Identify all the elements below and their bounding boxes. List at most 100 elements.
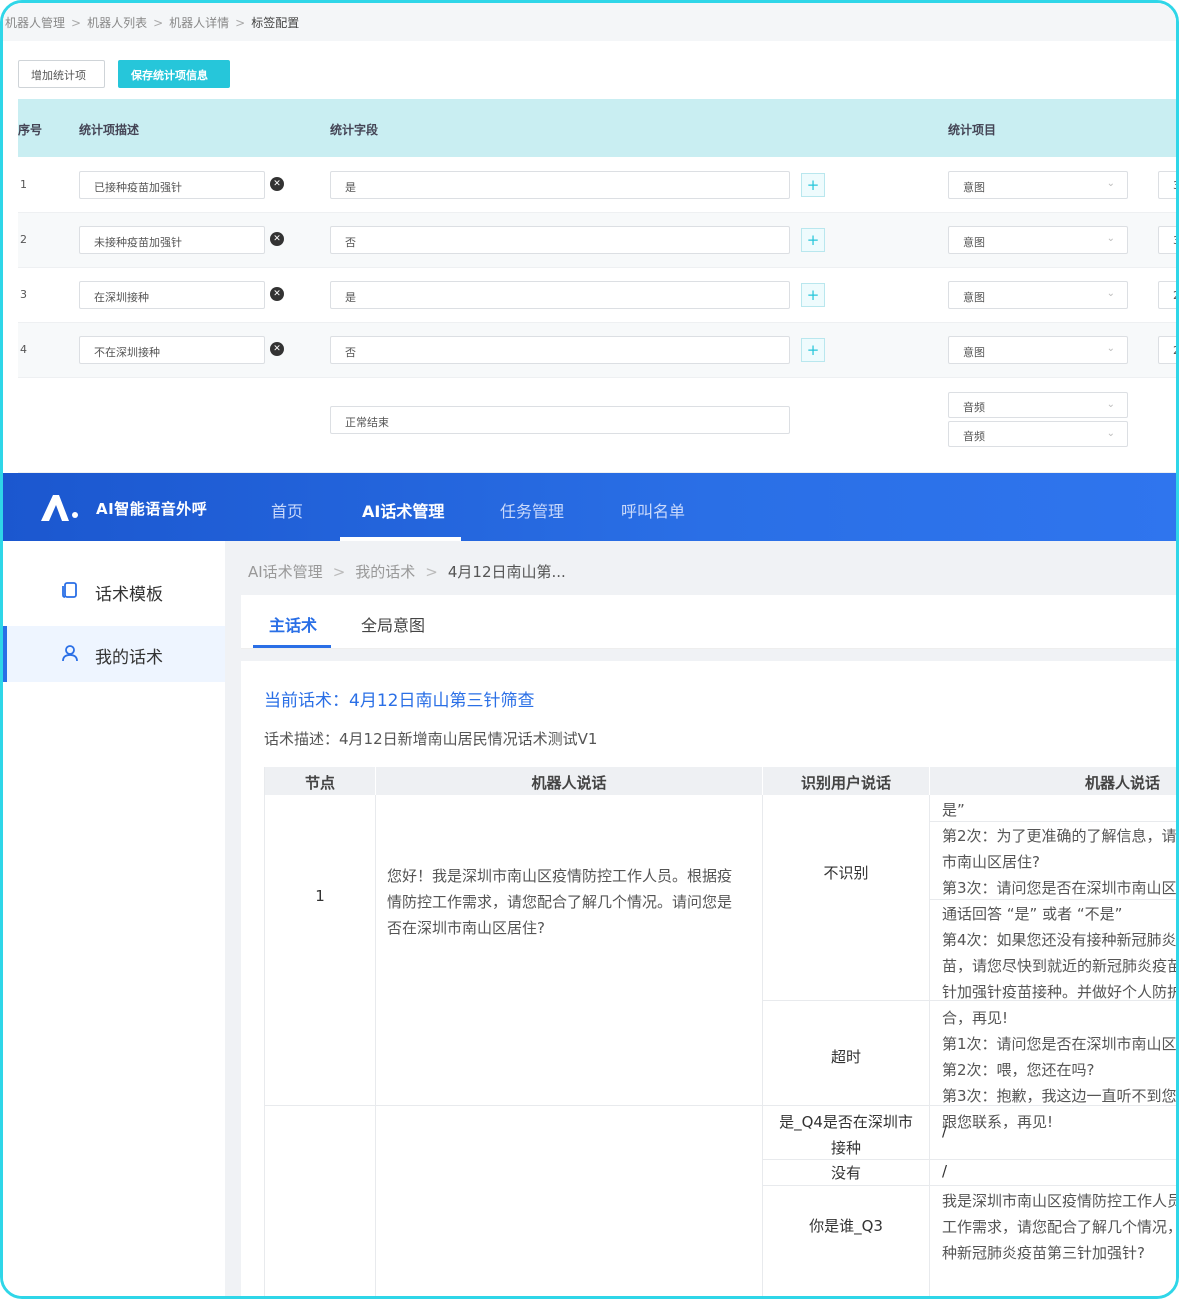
desc-input[interactable]: 在深圳接种 xyxy=(79,281,265,309)
crumb-robot-mgmt[interactable]: 机器人管理 xyxy=(5,16,65,30)
template-icon xyxy=(62,582,77,598)
chevron-down-icon: ⌄ xyxy=(1106,343,1115,354)
sidebar-item-label: 话术模板 xyxy=(95,585,163,605)
item-select[interactable]: 音频 ⌄ xyxy=(948,392,1128,418)
user-unrecognized: 不识别 xyxy=(823,864,869,882)
col-field: 统计字段 xyxy=(330,123,379,137)
current-script-title: 当前话术：4月12日南山第三针筛查 xyxy=(264,691,535,711)
script-flow-table: 节点 机器人说话 识别用户说话 机器人说话 1 您好！我是深圳市南山区疫情防控工… xyxy=(264,767,1179,1296)
crumb-robot-list[interactable]: 机器人列表 xyxy=(87,16,147,30)
stat-row: 3 在深圳接种 ✕ 是 + 意图⌄ 2 xyxy=(18,268,1176,323)
th-user-speech: 识别用户说话 xyxy=(763,767,929,795)
screenshot-frame: 机器人管理 > 机器人列表 > 机器人详情 > 标签配置 增加统计项 保存统计项信息 序号 … xyxy=(0,0,1179,1299)
active-nav-indicator xyxy=(340,537,461,541)
reply-no: / xyxy=(942,1162,948,1180)
label-config-panel: 机器人管理 > 机器人列表 > 机器人详情 > 标签配置 增加统计项 保存统计项信息 序号 … xyxy=(3,3,1176,473)
stat-row: 2 未接种疫苗加强针 ✕ 否 + 意图⌄ 3 xyxy=(18,213,1176,268)
robot-speech-node1: 您好！我是深圳市南山区疫情防控工作人员。根据疫 情防控工作需求，请您配合了解几个… xyxy=(387,867,733,937)
field-input[interactable]: 是 xyxy=(330,281,790,309)
logo-icon xyxy=(41,495,78,521)
item-select[interactable]: 意图 ⌄ xyxy=(948,281,1128,309)
chevron-down-icon: ⌄ xyxy=(1106,399,1115,410)
reply-unrecognized: 是” 第2次：为了更准确的了解信息，请 市南山区居住? 第3次：请问您是否在深圳… xyxy=(942,801,1179,1027)
row-index: 1 xyxy=(20,178,27,191)
field-input[interactable]: 正常结束 xyxy=(330,406,790,434)
crumb-current-script: 4月12日南山第... xyxy=(447,563,566,581)
label-config-breadcrumb: 机器人管理 > 机器人列表 > 机器人详情 > 标签配置 xyxy=(3,3,1176,41)
nav-home[interactable]: 首页 xyxy=(271,498,303,522)
tab-main-script[interactable]: 主话术 xyxy=(269,612,317,636)
user-who: 你是谁_Q3 xyxy=(809,1217,883,1235)
crumb-my-scripts[interactable]: 我的话术 xyxy=(355,563,415,581)
desc-input[interactable]: 未接种疫苗加强针 xyxy=(79,226,265,254)
script-description: 话术描述：4月12日新增南山居民情况话术测试V1 xyxy=(264,730,598,748)
crumb-ai-script-mgmt[interactable]: AI话术管理 xyxy=(248,563,323,581)
script-content: 主话术 全局意图 当前话术：4月12日南山第三针筛查 话术描述：4月12日新增南… xyxy=(241,595,1179,1296)
col-item: 统计项目 xyxy=(948,123,997,137)
chevron-down-icon: ⌄ xyxy=(1106,178,1115,189)
add-field-icon[interactable]: + xyxy=(801,173,825,197)
item-select[interactable]: 意图 ⌄ xyxy=(948,171,1128,199)
app-brand: AI智能语音外呼 xyxy=(96,500,208,518)
field-input[interactable]: 否 xyxy=(330,226,790,254)
node-number: 1 xyxy=(315,887,325,905)
row-index: 4 xyxy=(20,343,27,356)
th-robot-reply: 机器人说话 xyxy=(930,767,1176,795)
chevron-down-icon: ⌄ xyxy=(1106,428,1115,439)
active-indicator xyxy=(3,626,7,682)
chevron-down-icon: ⌄ xyxy=(1106,233,1115,244)
th-robot-speech: 机器人说话 xyxy=(376,767,762,795)
extra-input[interactable]: 3 xyxy=(1158,226,1176,254)
field-input[interactable]: 是 xyxy=(330,171,790,199)
add-stat-item-button[interactable]: 增加统计项 xyxy=(18,60,105,88)
chevron-down-icon: ⌄ xyxy=(1106,288,1115,299)
script-tabs: 主话术 全局意图 xyxy=(241,595,1176,649)
nav-ai-script-mgmt[interactable]: AI话术管理 xyxy=(362,498,444,522)
desc-input[interactable]: 已接种疫苗加强针 xyxy=(79,171,265,199)
add-field-icon[interactable]: + xyxy=(801,228,825,252)
field-input[interactable]: 否 xyxy=(330,336,790,364)
top-navbar: AI智能语音外呼 首页 AI话术管理 任务管理 呼叫名单 xyxy=(3,473,1176,541)
row-index: 3 xyxy=(20,288,27,301)
col-index: 序号 xyxy=(18,123,43,137)
remove-icon[interactable]: ✕ xyxy=(270,342,284,356)
active-tab-indicator xyxy=(253,645,331,648)
sidebar-item-label: 我的话术 xyxy=(95,648,163,668)
item-select[interactable]: 意图 ⌄ xyxy=(948,226,1128,254)
extra-input[interactable]: 2 xyxy=(1158,336,1176,364)
sidebar-item-templates[interactable]: 话术模板 xyxy=(3,563,225,619)
stat-table-header: 序号 统计项描述 统计字段 统计项目 xyxy=(18,99,1176,157)
nav-task-mgmt[interactable]: 任务管理 xyxy=(500,498,564,522)
crumb-robot-detail[interactable]: 机器人详情 xyxy=(169,16,229,30)
extra-input[interactable]: 2 xyxy=(1158,281,1176,309)
add-field-icon[interactable]: + xyxy=(801,283,825,307)
reply-who: 我是深圳市南山区疫情防控工作人员 工作需求，请您配合了解几个情况， 种新冠肺炎疫… xyxy=(942,1192,1179,1262)
stat-row: 4 不在深圳接种 ✕ 否 + 意图⌄ 2 xyxy=(18,323,1176,378)
desc-input[interactable]: 不在深圳接种 xyxy=(79,336,265,364)
tab-global-intent[interactable]: 全局意图 xyxy=(361,612,425,636)
remove-icon[interactable]: ✕ xyxy=(270,287,284,301)
add-field-icon[interactable]: + xyxy=(801,338,825,362)
stat-row: 正常结束 音频 ⌄ 音频 ⌄ xyxy=(18,378,1176,473)
reply-timeout: 第1次：请问您是否在深圳市南山区 第2次：喂，您还在吗? 第3次：抱歉，我这边一… xyxy=(942,1035,1177,1131)
save-stat-items-button[interactable]: 保存统计项信息 xyxy=(118,60,230,88)
remove-icon[interactable]: ✕ xyxy=(270,232,284,246)
nav-call-list[interactable]: 呼叫名单 xyxy=(621,498,685,522)
th-node: 节点 xyxy=(265,767,375,795)
user-icon xyxy=(62,645,78,662)
extra-input[interactable]: 3 xyxy=(1158,171,1176,199)
user-timeout: 超时 xyxy=(830,1048,861,1066)
breadcrumb: AI话术管理 > 我的话术 >4月12日南山第... xyxy=(248,563,566,581)
stat-row: 1 已接种疫苗加强针 ✕ 是 + 意图⌄ 3 xyxy=(18,158,1176,213)
user-yes: 是_Q4是否在深圳市 接种 xyxy=(779,1113,913,1157)
item-select[interactable]: 音频 ⌄ xyxy=(948,421,1128,447)
row-index: 2 xyxy=(20,233,27,246)
item-select[interactable]: 意图 ⌄ xyxy=(948,336,1128,364)
col-desc: 统计项描述 xyxy=(79,123,140,137)
script-management-app: AI智能语音外呼 首页 AI话术管理 任务管理 呼叫名单 话术模板 我的话术 A… xyxy=(3,473,1179,1296)
sidebar: 话术模板 我的话术 xyxy=(3,541,225,1296)
sidebar-item-my-scripts[interactable]: 我的话术 xyxy=(3,626,225,682)
remove-icon[interactable]: ✕ xyxy=(270,177,284,191)
crumb-label-config: 标签配置 xyxy=(251,16,300,30)
user-no: 没有 xyxy=(830,1164,861,1182)
